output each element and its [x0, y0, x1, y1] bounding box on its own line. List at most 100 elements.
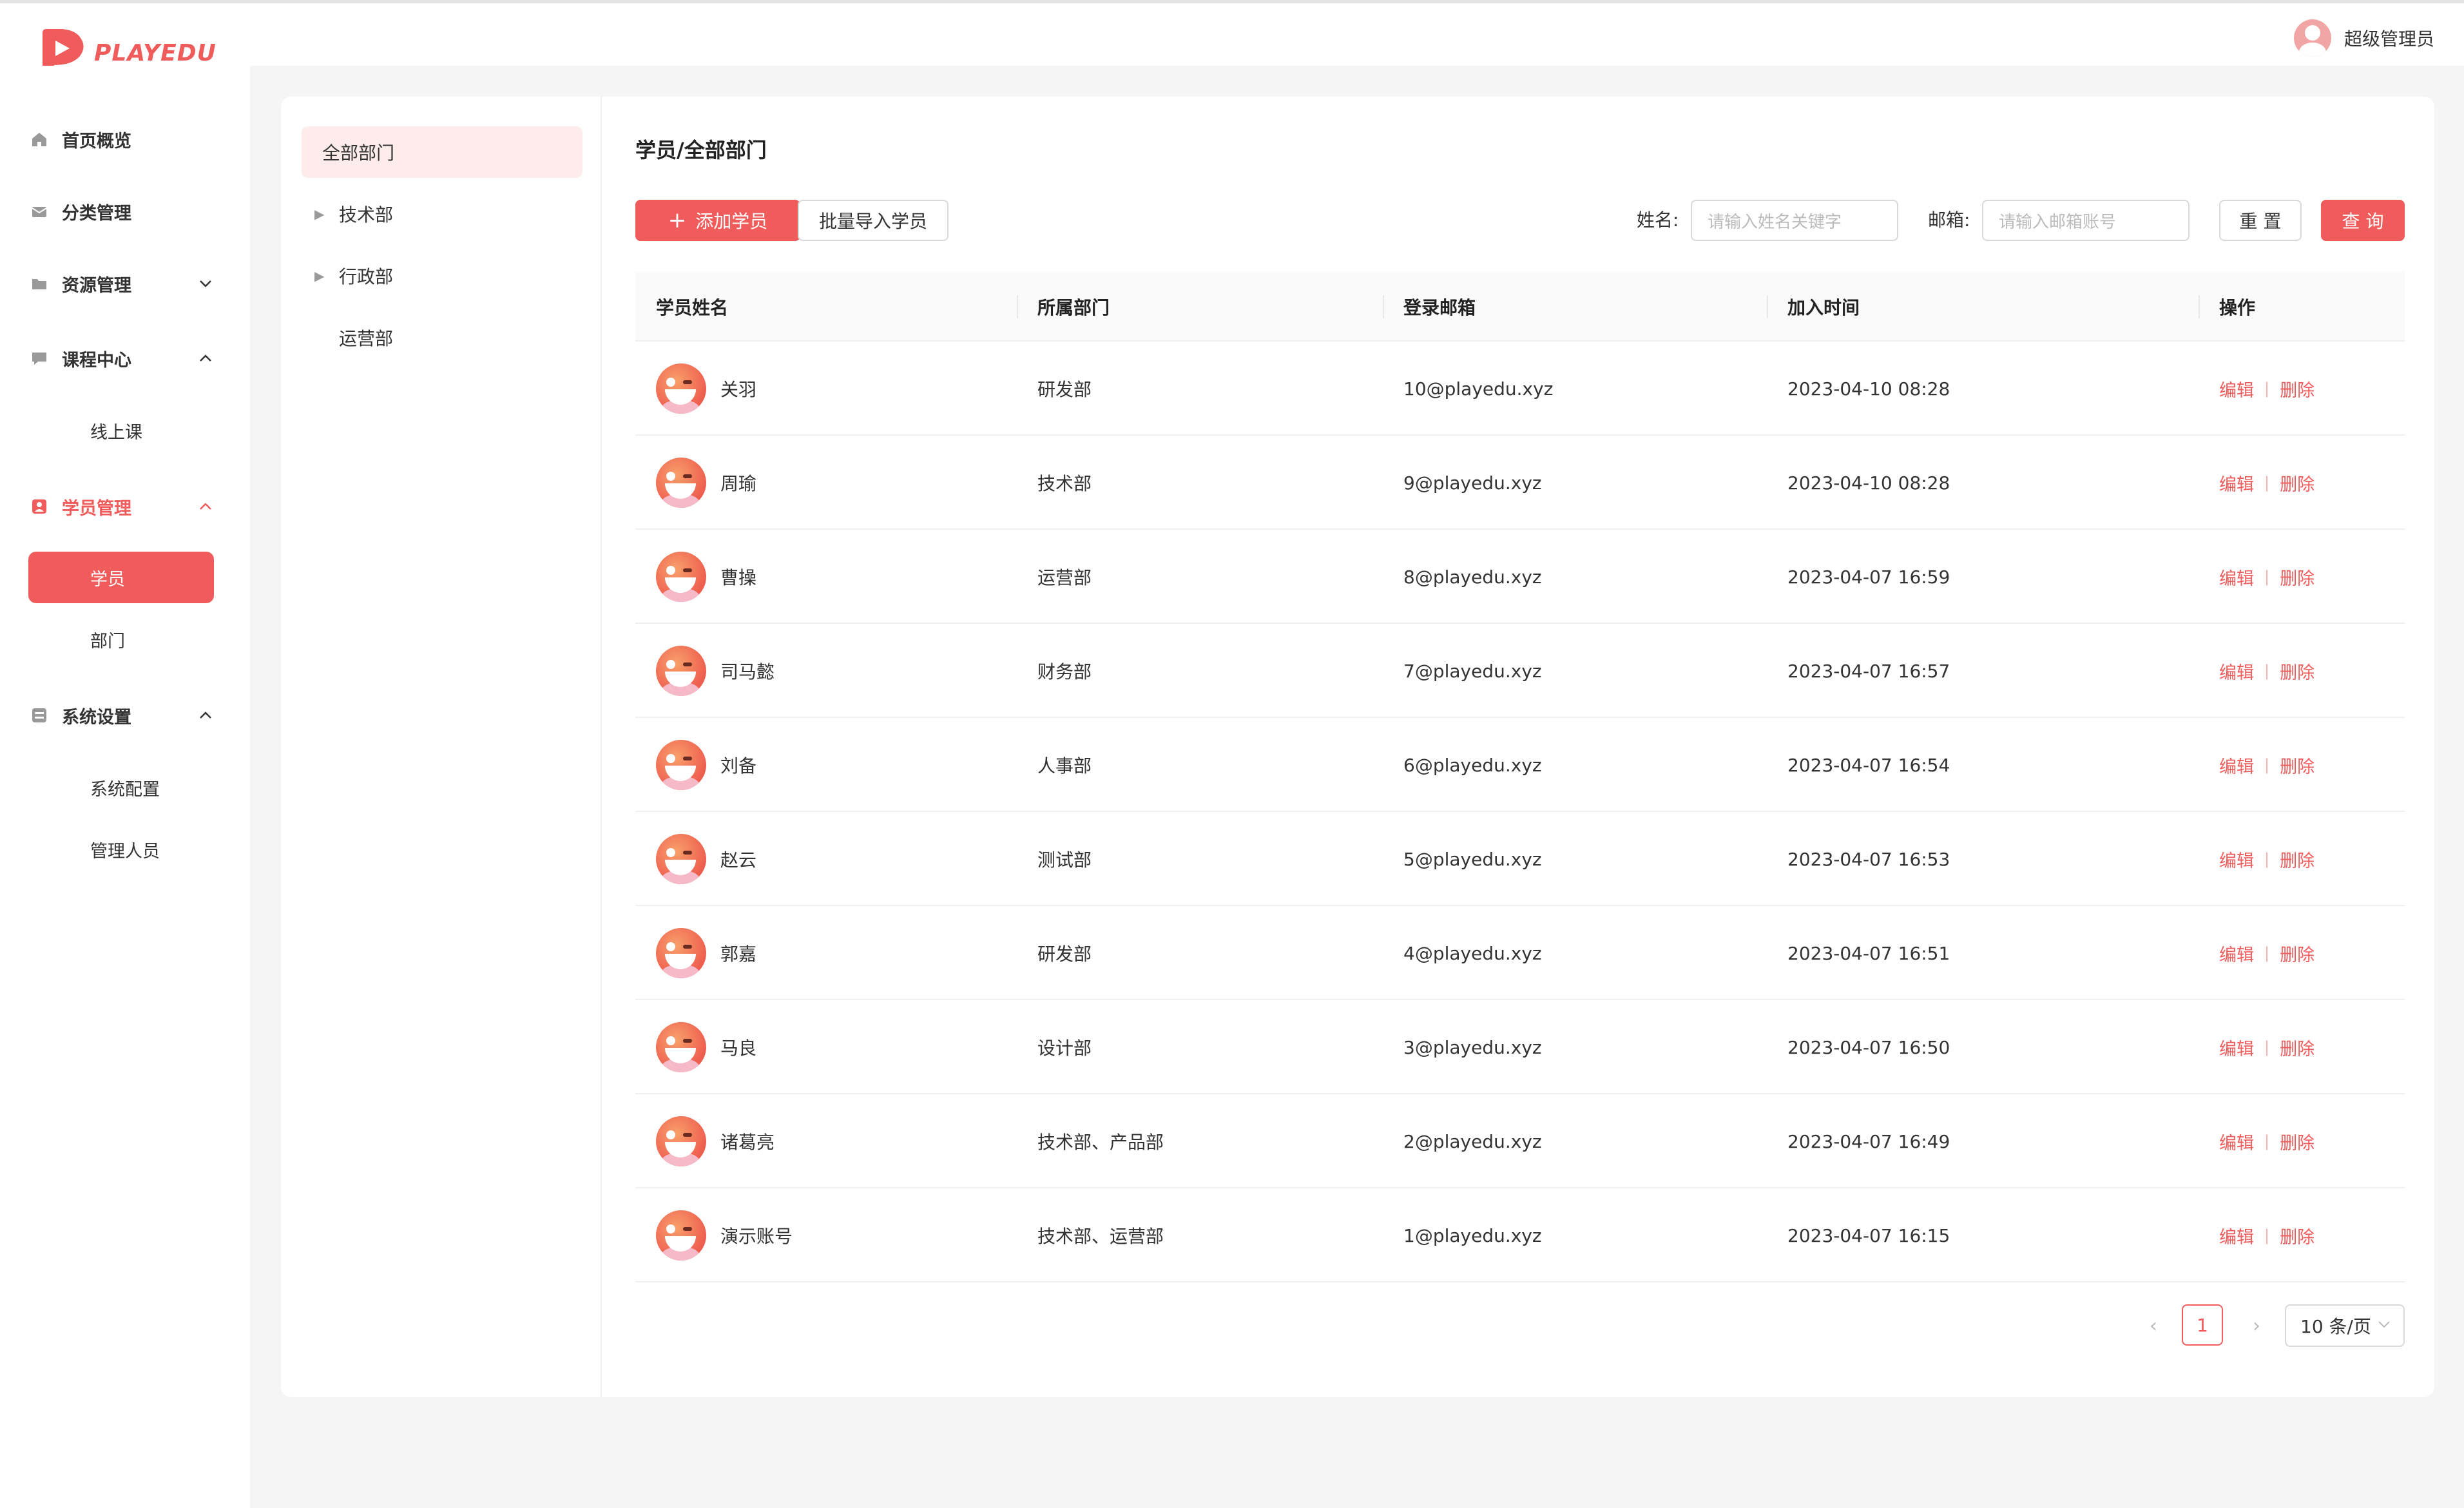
sidebar-subitem-label: 学员: [90, 569, 125, 590]
actions-cell: 编辑 | 删除: [2219, 530, 2315, 624]
student-name-cell: 周瑜: [656, 436, 756, 530]
user-name[interactable]: 超级管理员: [2344, 25, 2434, 51]
dept-label: 行政部: [339, 266, 394, 287]
dept-item-all[interactable]: 全部部门: [302, 126, 582, 178]
table-row: 郭嘉 研发部 4@playedu.xyz 2023-04-07 16:51 编辑 | 删除: [635, 906, 2405, 1000]
chevron-down-icon: [196, 253, 215, 314]
delete-link[interactable]: 删除: [2280, 659, 2315, 684]
email-cell: 4@playedu.xyz: [1403, 942, 1542, 964]
join-time-cell: 2023-04-07 16:54: [1787, 754, 1950, 776]
student-avatar: [656, 928, 706, 978]
sidebar-subitem-system-config[interactable]: 系统配置: [28, 762, 214, 813]
user-menu[interactable]: 超级管理员: [2293, 19, 2434, 57]
student-name-cell: 曹操: [656, 530, 756, 624]
sidebar-subitem-department[interactable]: 部门: [28, 614, 214, 665]
sidebar-item-label: 首页概览: [62, 131, 131, 151]
student-name: 诸葛亮: [720, 1132, 775, 1153]
user-avatar[interactable]: [2293, 19, 2331, 57]
department-cell: 设计部: [1037, 1038, 1092, 1059]
dept-item-operation[interactable]: 运营部: [302, 312, 582, 363]
email-cell: 5@playedu.xyz: [1403, 848, 1542, 870]
email-search-input[interactable]: 请输入邮箱账号: [1982, 200, 2190, 241]
department-cell: 研发部: [1037, 943, 1092, 965]
name-filter-label: 姓名:: [1637, 209, 1679, 231]
sidebar-subitem-student[interactable]: 学员: [28, 552, 214, 603]
prev-page-icon[interactable]: ‹: [2141, 1304, 2166, 1347]
sidebar-subitem-admin-users[interactable]: 管理人员: [28, 824, 214, 875]
delete-link[interactable]: 删除: [2280, 1129, 2315, 1154]
department-cell: 技术部、产品部: [1037, 1132, 1164, 1153]
email-cell: 9@playedu.xyz: [1403, 472, 1542, 494]
edit-link[interactable]: 编辑: [2219, 941, 2254, 966]
sidebar-item-system-settings[interactable]: 系统设置: [28, 684, 215, 746]
reset-button[interactable]: 重 置: [2219, 200, 2302, 241]
action-separator: |: [2264, 1226, 2270, 1244]
edit-link[interactable]: 编辑: [2219, 1035, 2254, 1060]
edit-link[interactable]: 编辑: [2219, 376, 2254, 401]
next-page-icon[interactable]: ›: [2244, 1304, 2269, 1347]
dept-item-tech[interactable]: ▶ 技术部: [302, 188, 582, 240]
student-avatar: [656, 458, 706, 508]
student-name: 郭嘉: [720, 943, 757, 965]
page-size-select[interactable]: 10 条/页: [2285, 1304, 2405, 1347]
delete-link[interactable]: 删除: [2280, 376, 2315, 401]
edit-link[interactable]: 编辑: [2219, 659, 2254, 684]
column-header: 加入时间: [1787, 297, 1860, 318]
sidebar-item-label: 资源管理: [62, 275, 131, 296]
student-name: 赵云: [720, 849, 757, 871]
sidebar-item-student-management[interactable]: 学员管理: [28, 476, 215, 537]
delete-link[interactable]: 删除: [2280, 847, 2315, 872]
sidebar-item-resource[interactable]: 资源管理: [28, 253, 215, 314]
dept-item-admin[interactable]: ▶ 行政部: [302, 250, 582, 302]
student-name: 演示账号: [720, 1226, 793, 1247]
actions-cell: 编辑 | 删除: [2219, 624, 2315, 718]
table-row: 周瑜 技术部 9@playedu.xyz 2023-04-10 08:28 编辑 | 删除: [635, 436, 2405, 530]
add-student-button[interactable]: + 添加学员: [635, 200, 800, 241]
sidebar-item-course[interactable]: 课程中心: [28, 327, 215, 389]
batch-import-button[interactable]: 批量导入学员: [798, 200, 948, 241]
department-cell: 测试部: [1037, 849, 1092, 871]
department-tree: 全部部门 ▶ 技术部 ▶ 行政部 运营部: [281, 97, 602, 1397]
sidebar-subitem-online-course[interactable]: 线上课: [28, 405, 214, 456]
caret-right-icon[interactable]: ▶: [314, 268, 330, 284]
delete-link[interactable]: 删除: [2280, 941, 2315, 966]
student-name-cell: 司马懿: [656, 624, 775, 718]
sidebar-item-category[interactable]: 分类管理: [28, 180, 215, 242]
caret-right-icon[interactable]: ▶: [314, 206, 330, 222]
page-1-button[interactable]: 1: [2182, 1304, 2223, 1346]
actions-cell: 编辑 | 删除: [2219, 1188, 2315, 1282]
sidebar-subitem-label: 系统配置: [90, 779, 160, 800]
join-time-cell: 2023-04-07 16:49: [1787, 1130, 1950, 1152]
actions-cell: 编辑 | 删除: [2219, 1000, 2315, 1094]
student-avatar: [656, 363, 706, 414]
student-name: 司马懿: [720, 661, 775, 682]
delete-link[interactable]: 删除: [2280, 1223, 2315, 1248]
delete-link[interactable]: 删除: [2280, 470, 2315, 496]
edit-link[interactable]: 编辑: [2219, 753, 2254, 778]
table-row: 曹操 运营部 8@playedu.xyz 2023-04-07 16:59 编辑 | 删除: [635, 530, 2405, 624]
folder-icon: [28, 273, 50, 295]
delete-link[interactable]: 删除: [2280, 753, 2315, 778]
sidebar-item-home[interactable]: 首页概览: [28, 108, 215, 170]
email-cell: 10@playedu.xyz: [1403, 378, 1554, 400]
table-row: 赵云 测试部 5@playedu.xyz 2023-04-07 16:53 编辑 | 删除: [635, 812, 2405, 906]
edit-link[interactable]: 编辑: [2219, 470, 2254, 496]
delete-link[interactable]: 删除: [2280, 1035, 2315, 1060]
email-cell: 8@playedu.xyz: [1403, 566, 1542, 588]
action-separator: |: [2264, 944, 2270, 962]
edit-link[interactable]: 编辑: [2219, 565, 2254, 590]
dept-label: 技术部: [339, 204, 394, 226]
student-avatar: [656, 1116, 706, 1166]
student-name-cell: 赵云: [656, 812, 756, 906]
sidebar-item-label: 分类管理: [62, 203, 131, 224]
chevron-up-icon: [196, 684, 215, 746]
actions-cell: 编辑 | 删除: [2219, 906, 2315, 1000]
edit-link[interactable]: 编辑: [2219, 1129, 2254, 1154]
delete-link[interactable]: 删除: [2280, 565, 2315, 590]
query-button[interactable]: 查 询: [2321, 200, 2405, 241]
chevron-down-icon: [2378, 1316, 2391, 1332]
name-search-input[interactable]: 请输入姓名关键字: [1691, 200, 1898, 241]
edit-link[interactable]: 编辑: [2219, 1223, 2254, 1248]
edit-link[interactable]: 编辑: [2219, 847, 2254, 872]
main-area: 学员/全部部门 + 添加学员 批量导入学员 姓名: 请输入姓名关键字 邮箱: 请…: [635, 97, 2405, 1397]
